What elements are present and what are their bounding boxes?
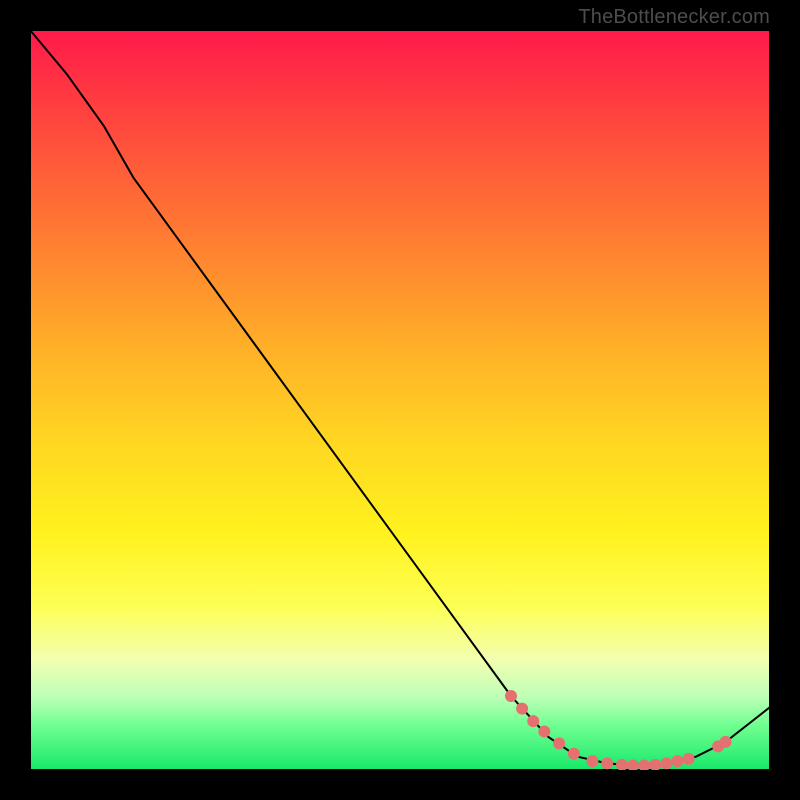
data-marker <box>683 753 695 765</box>
data-marker <box>505 690 517 702</box>
data-marker <box>660 757 672 769</box>
data-marker <box>538 726 550 738</box>
data-marker <box>616 759 628 770</box>
data-marker <box>586 755 598 767</box>
data-marker <box>627 760 639 770</box>
data-marker <box>568 748 580 760</box>
curve-path <box>30 30 770 766</box>
data-marker <box>553 737 565 749</box>
chart-frame: TheBottlenecker.com <box>0 0 800 800</box>
data-marker <box>672 755 684 767</box>
data-marker <box>649 759 661 770</box>
data-marker <box>527 715 539 727</box>
data-marker <box>720 736 732 748</box>
chart-svg <box>30 30 770 770</box>
watermark-label: TheBottlenecker.com <box>578 6 770 29</box>
data-marker <box>638 760 650 770</box>
markers-group <box>505 690 732 770</box>
plot-area <box>30 30 770 770</box>
data-marker <box>516 703 528 715</box>
data-marker <box>601 757 613 769</box>
